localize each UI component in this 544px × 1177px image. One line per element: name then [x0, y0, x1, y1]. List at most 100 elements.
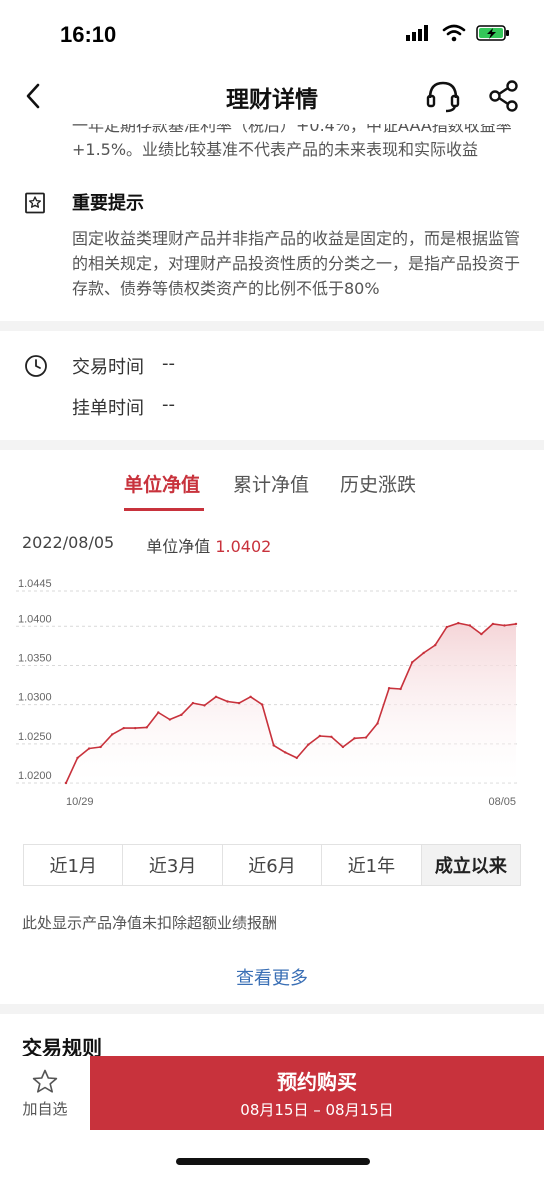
section-divider: [0, 1004, 544, 1014]
nav-bar: 理财详情: [0, 68, 544, 124]
bottom-action-bar: 加自选 预约购买 08月15日 – 08月15日: [0, 1056, 544, 1130]
y-tick-label: 1.0350: [18, 652, 52, 664]
nav-data-point: [307, 743, 310, 746]
nav-data-point: [399, 687, 402, 691]
current-value-label: 单位净值: [146, 537, 211, 556]
nav-data-point: [180, 713, 183, 717]
nav-data-point: [157, 711, 160, 714]
important-tip-body: 固定收益类理财产品并非指产品的收益是固定的，而是根据监管的相关规定，对理财产品投…: [72, 229, 521, 298]
x-tick-label: 08/05: [488, 796, 516, 808]
reserve-purchase-button[interactable]: 预约购买 08月15日 – 08月15日: [90, 1056, 544, 1130]
signal-icon: [406, 25, 428, 41]
add-favorite-label: 加自选: [22, 1099, 68, 1118]
nav-data-point: [168, 718, 172, 721]
section-divider: [0, 321, 544, 331]
bookmark-star-icon: [25, 192, 45, 214]
battery-icon: [476, 25, 509, 41]
nav-data-point: [272, 744, 275, 747]
nav-data-point: [191, 701, 195, 705]
nav-data-point: [480, 632, 483, 636]
time-range-selector: 近1月 近3月 近6月 近1年 成立以来: [23, 844, 521, 886]
nav-data-point: [145, 726, 148, 729]
order-time-value: --: [162, 394, 175, 415]
y-tick-label: 1.0250: [18, 731, 52, 743]
benchmark-notes: 一年定期存款基准利率（税后）+0.4%，中证AAA指数收益率 +1.5%。业绩比…: [0, 124, 544, 164]
range-3m[interactable]: 近3月: [123, 845, 223, 885]
range-1y[interactable]: 近1年: [322, 845, 422, 885]
nav-data-point: [134, 726, 137, 730]
page-title: 理财详情: [226, 87, 318, 113]
range-since-inception[interactable]: 成立以来: [421, 845, 521, 885]
tab-unit-nav[interactable]: 单位净值: [124, 470, 200, 497]
nav-data-point: [237, 701, 241, 705]
nav-data-point: [330, 735, 333, 738]
status-time: 16:10: [60, 22, 117, 47]
y-tick-label: 1.0445: [18, 578, 52, 590]
add-favorite-button[interactable]: 加自选: [0, 1056, 90, 1130]
reserve-purchase-label: 预约购买: [277, 1070, 357, 1094]
x-tick-label: 10/29: [66, 796, 94, 808]
tab-history-change[interactable]: 历史涨跌: [340, 470, 416, 497]
nav-data-point: [99, 745, 102, 749]
nav-data-point: [434, 643, 437, 647]
nav-data-point: [410, 661, 414, 664]
range-6m[interactable]: 近6月: [223, 845, 323, 885]
range-1m[interactable]: 近1月: [24, 845, 124, 885]
y-tick-label: 1.0200: [18, 770, 52, 782]
benchmark-note-line-2: +1.5%。业绩比较基准不代表产品的未来表现和实际收益: [72, 140, 479, 159]
nav-data-point: [64, 781, 68, 785]
active-tab-indicator: [124, 508, 204, 511]
trade-time-label: 交易时间: [72, 357, 144, 378]
current-value: 1.0402: [215, 537, 272, 556]
nav-data-point: [214, 695, 218, 698]
nav-data-point: [284, 751, 287, 754]
nav-data-point: [249, 695, 252, 698]
section-divider: [0, 440, 544, 450]
star-icon: [32, 1069, 58, 1093]
nav-data-point: [353, 737, 356, 740]
current-value-group: 单位净值 1.0402: [146, 533, 271, 557]
y-tick-label: 1.0300: [18, 692, 52, 704]
current-value-row: 2022/08/05 单位净值 1.0402: [22, 533, 271, 557]
nav-data-point: [226, 700, 229, 703]
clock-icon: [25, 355, 47, 377]
nav-data-point: [491, 622, 495, 626]
order-time-label: 挂单时间: [72, 398, 144, 419]
customer-service-icon[interactable]: [424, 78, 462, 114]
nav-data-point: [468, 624, 472, 627]
home-indicator: [176, 1158, 370, 1165]
trade-time-value: --: [162, 353, 175, 374]
nav-data-point: [376, 722, 379, 725]
status-icons: [406, 24, 510, 42]
nav-data-point: [422, 651, 425, 655]
nav-data-point: [503, 624, 506, 627]
chart-area-fill: [66, 623, 516, 783]
nav-data-point: [110, 733, 114, 736]
nav-data-point: [87, 747, 91, 750]
nav-data-point: [364, 736, 368, 739]
wifi-icon: [442, 24, 466, 42]
tab-cumulative-nav[interactable]: 累计净值: [233, 470, 309, 497]
status-bar: 16:10: [0, 0, 544, 68]
share-icon[interactable]: [486, 78, 522, 114]
nav-data-point: [260, 703, 264, 706]
important-tip-title: 重要提示: [72, 193, 144, 214]
nav-data-point: [76, 756, 79, 760]
nav-data-point: [318, 734, 322, 738]
nav-data-point: [203, 704, 206, 707]
current-date: 2022/08/05: [22, 533, 115, 552]
reserve-purchase-dates: 08月15日 – 08月15日: [240, 1101, 394, 1119]
benchmark-note-line-1: 一年定期存款基准利率（税后）+0.4%，中证AAA指数收益率: [72, 124, 512, 135]
trade-time-row: 交易时间 --: [72, 353, 175, 379]
nav-data-point: [514, 622, 518, 626]
nav-data-point: [341, 745, 345, 749]
nav-tabs: 单位净值 累计净值 历史涨跌: [0, 466, 544, 516]
nav-data-point: [445, 625, 448, 629]
order-time-row: 挂单时间 --: [72, 394, 175, 420]
y-tick-label: 1.0400: [18, 613, 52, 625]
nav-data-point: [295, 756, 298, 760]
nav-data-point: [122, 726, 125, 730]
nav-disclaimer: 此处显示产品净值未扣除超额业绩报酬: [22, 914, 278, 932]
nav-chart[interactable]: 1.0445 1.0400 1.0350 1.0300 1.0250 1.0200 10/2…: [0, 575, 544, 825]
view-more-link[interactable]: 查看更多: [0, 964, 544, 990]
